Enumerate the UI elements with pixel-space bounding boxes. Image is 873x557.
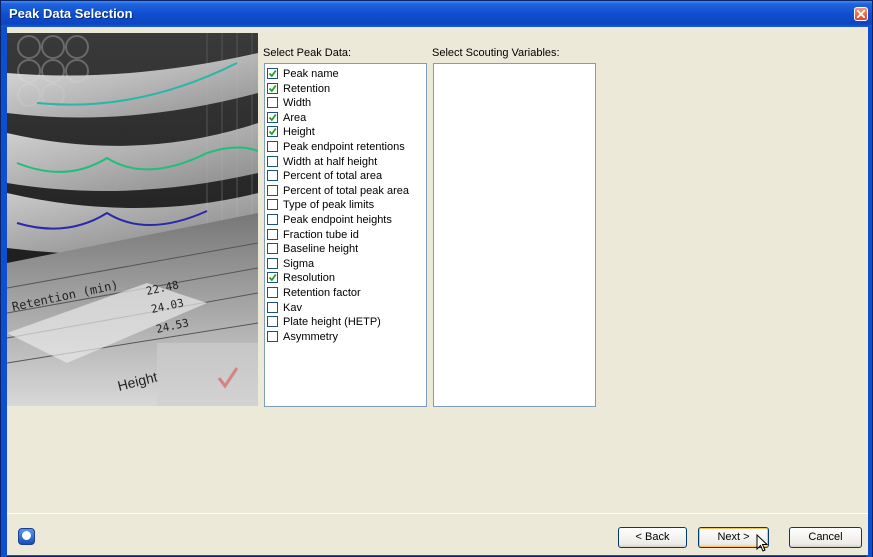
checkbox[interactable]	[267, 214, 278, 225]
checkbox[interactable]	[267, 301, 278, 313]
checkbox[interactable]	[267, 111, 278, 123]
checkmark-icon	[268, 128, 277, 136]
checkbox[interactable]	[267, 184, 278, 196]
chromatography-illustration: Retention (min) 22.48 24.03 24.53 Height	[7, 33, 258, 406]
peak-data-item-label: Sigma	[283, 257, 315, 270]
peak-data-item-label: Peak endpoint retentions	[283, 141, 405, 153]
peak-data-item-label: Percent of total area	[283, 170, 383, 183]
checkbox[interactable]	[267, 170, 278, 182]
wizard-side-image: Retention (min) 22.48 24.03 24.53 Height	[7, 33, 258, 406]
help-icon	[22, 531, 31, 540]
checkbox[interactable]	[267, 287, 278, 298]
close-button[interactable]	[854, 7, 868, 21]
peak-data-item-label: Peak name	[283, 68, 339, 80]
peak-data-item-label: Peak endpoint heights	[283, 214, 392, 226]
help-button[interactable]	[18, 528, 35, 545]
checkbox[interactable]	[267, 316, 278, 328]
checkbox[interactable]	[267, 68, 278, 79]
peak-data-item-label: Width at half height	[283, 155, 378, 168]
checkbox[interactable]	[267, 330, 278, 342]
checkmark-icon	[268, 113, 277, 122]
cancel-button[interactable]: Cancel	[789, 527, 862, 548]
select-peak-data-label: Select Peak Data:	[263, 47, 352, 59]
peak-data-item-label: Fraction tube id	[283, 228, 359, 241]
peak-data-item-label: Baseline height	[283, 243, 359, 256]
peak-data-selection-window: Peak Data Selection Retention (min) 22.4…	[0, 0, 873, 557]
checkbox[interactable]	[267, 141, 278, 152]
peak-data-item-label: Retention	[283, 82, 331, 95]
checkmark-icon	[268, 274, 277, 282]
peak-data-item-label: Area	[283, 111, 307, 124]
checkbox[interactable]	[267, 82, 278, 94]
checkmark-icon	[268, 69, 277, 78]
checkbox[interactable]	[267, 199, 278, 211]
checkbox[interactable]	[267, 228, 278, 240]
scouting-variables-list[interactable]	[433, 63, 596, 407]
checkbox[interactable]	[267, 272, 278, 284]
title-bar: Peak Data Selection	[1, 1, 872, 27]
peak-data-item-label: Asymmetry	[283, 330, 338, 343]
peak-data-item-label: Kav	[283, 301, 302, 314]
peak-data-item-label: Retention factor	[283, 287, 361, 299]
select-scouting-variables-label: Select Scouting Variables:	[432, 47, 560, 59]
peak-data-item-label: Percent of total peak area	[283, 184, 409, 197]
checkbox[interactable]	[267, 257, 278, 269]
peak-data-item-label: Height	[283, 126, 315, 139]
checkbox[interactable]	[267, 155, 278, 167]
peak-data-item-label: Plate height (HETP)	[283, 316, 381, 329]
checkbox[interactable]	[267, 97, 278, 109]
window-title: Peak Data Selection	[9, 6, 133, 21]
checkbox[interactable]	[267, 126, 278, 138]
close-icon	[857, 10, 865, 18]
peak-data-item-label: Type of peak limits	[283, 199, 375, 212]
mouse-cursor-icon	[756, 534, 769, 552]
checkbox[interactable]	[267, 243, 278, 255]
peak-data-list[interactable]: Peak name Retention Width Area Height Peak en…	[264, 63, 427, 407]
peak-data-item-label: Width	[283, 97, 312, 110]
checkmark-icon	[268, 84, 277, 93]
peak-data-item-label: Resolution	[283, 272, 335, 285]
back-button[interactable]: < Back	[618, 527, 687, 548]
